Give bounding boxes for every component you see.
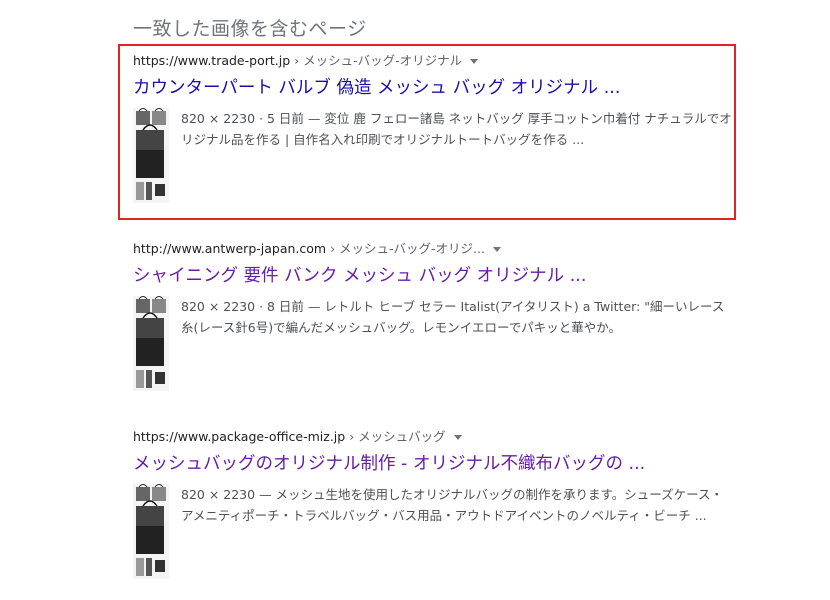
search-result-3: https://www.package-office-miz.jp › メッシュ… [133, 428, 733, 579]
result-title-link[interactable]: シャイニング 要件 バンク メッシュ バッグ オリジナル ... [133, 262, 733, 290]
result-snippet: 820 × 2230 · 5 日前 — 変位 鹿 フェロー諸島 ネットバッグ 厚… [181, 111, 732, 147]
result-title-link[interactable]: カウンターパート バルブ 偽造 メッシュ バッグ オリジナル ... [133, 74, 733, 102]
result-snippet: 820 × 2230 — メッシュ生地を使用したオリジナルバッグの制作を承ります… [181, 487, 724, 523]
search-result-2: http://www.antwerp-japan.com › メッシュ-バッグ-… [133, 240, 733, 391]
result-url-line: http://www.antwerp-japan.com › メッシュ-バッグ-… [133, 240, 733, 258]
search-result-1: https://www.trade-port.jp › メッシュ-バッグ-オリジ… [133, 52, 733, 203]
result-thumbnail[interactable] [133, 108, 169, 203]
result-breadcrumb: › メッシュ-バッグ-オリジナル [290, 53, 463, 68]
result-breadcrumb: › メッシュバッグ [345, 429, 446, 444]
result-title-link[interactable]: メッシュバッグのオリジナル制作 - オリジナル不織布バッグの ... [133, 450, 733, 478]
result-url[interactable]: https://www.package-office-miz.jp [133, 429, 345, 444]
chevron-down-icon[interactable] [492, 247, 501, 252]
result-url-line: https://www.package-office-miz.jp › メッシュ… [133, 428, 733, 446]
chevron-down-icon[interactable] [453, 435, 462, 440]
result-url[interactable]: http://www.antwerp-japan.com [133, 241, 326, 256]
bag-thumbnail-image [133, 484, 169, 579]
bag-thumbnail-image [133, 296, 169, 391]
result-breadcrumb: › メッシュ-バッグ-オリジ... [326, 241, 485, 256]
result-thumbnail[interactable] [133, 296, 169, 391]
section-heading: 一致した画像を含むページ [133, 18, 367, 40]
result-snippet: 820 × 2230 · 8 日前 — レトルト ヒーブ セラー Italist… [181, 299, 725, 335]
bag-thumbnail-image [133, 108, 169, 203]
chevron-down-icon[interactable] [470, 59, 479, 64]
result-thumbnail[interactable] [133, 484, 169, 579]
result-url-line: https://www.trade-port.jp › メッシュ-バッグ-オリジ… [133, 52, 733, 70]
result-url[interactable]: https://www.trade-port.jp [133, 53, 290, 68]
